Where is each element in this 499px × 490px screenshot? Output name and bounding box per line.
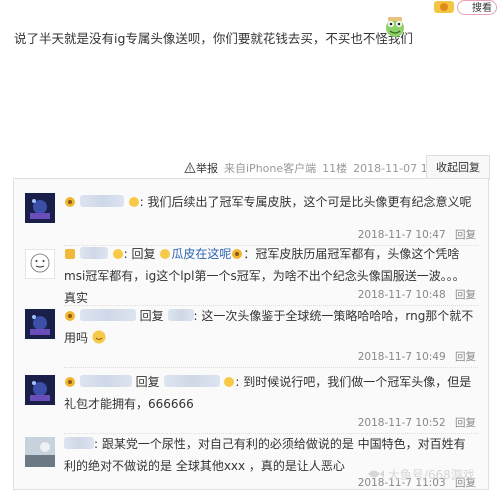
reply-button[interactable]: 回复: [455, 351, 476, 363]
reply-button[interactable]: 回复: [455, 417, 476, 429]
username-blurred[interactable]: [64, 437, 94, 449]
emoji-icon: [224, 377, 235, 387]
avatar[interactable]: [25, 193, 55, 223]
reply-list: : 我们后续出了冠军专属皮肤，这个可是比头像更有纪念意义呢 2018-11-7 …: [13, 178, 489, 490]
reply-prefix: 回复: [139, 309, 164, 323]
reply-time: 2018-11-7 10:48: [357, 289, 446, 301]
emoji-icon: [128, 197, 139, 207]
username-blurred[interactable]: [79, 375, 132, 387]
watermark-text: 大鱼号/668游戏: [387, 468, 475, 482]
reply-meta: 2018-11-7 10:49 回复: [358, 349, 476, 364]
reply-time: 2018-11-7 10:49: [357, 351, 446, 363]
reply-meta: 2018-11-7 10:47 回复: [358, 227, 476, 242]
quoted-username-blurred[interactable]: [167, 309, 194, 321]
collapse-replies-button[interactable]: 收起回复: [426, 155, 490, 180]
sunflower-icon: [65, 377, 75, 387]
reply-prefix: 回复: [131, 247, 156, 261]
source-label: 来自iPhone客户端: [224, 162, 317, 175]
search-badge[interactable]: 搜看: [457, 0, 497, 15]
reply-meta: 2018-11-7 10:52 回复: [358, 415, 476, 430]
avatar[interactable]: [25, 375, 55, 405]
quoted-username-blurred[interactable]: [163, 375, 220, 387]
quoted-username[interactable]: 瓜皮在这呢: [171, 247, 231, 261]
username-blurred[interactable]: [79, 309, 136, 321]
top-badges: 搜看: [419, 0, 499, 16]
search-badge-label: 搜看: [472, 3, 492, 14]
fish-logo-icon: [368, 470, 384, 478]
main-comment-text: 说了半天就是没有ig专属头像送呗，你们要就花钱去买，不买也不怪我们: [14, 31, 413, 46]
reply-button[interactable]: 回复: [455, 229, 476, 241]
grin-emoji-icon: [92, 330, 106, 344]
reply-time: 2018-11-7 10:52: [357, 417, 446, 429]
username-blurred[interactable]: [79, 247, 108, 259]
reply-prefix: 回复: [135, 375, 160, 389]
report-link[interactable]: 举报: [184, 160, 218, 176]
reply-time: 2018-11-7 10:47: [357, 229, 446, 241]
username-blurred[interactable]: [79, 195, 124, 207]
emoji-icon: [160, 249, 171, 259]
avatar[interactable]: [25, 249, 55, 279]
sunflower-icon: [65, 197, 75, 207]
avatar[interactable]: [25, 309, 55, 339]
sunflower-icon: [232, 249, 243, 259]
comment-meta: 举报 来自iPhone客户端 11楼 2018-11-07 10:46: [184, 160, 452, 176]
reply-text: 我们后续出了冠军专属皮肤，这个可是比头像更有纪念意义呢: [147, 195, 472, 209]
reply-meta: 2018-11-7 10:48 回复: [358, 287, 476, 302]
warning-icon: [184, 162, 196, 173]
frog-emoji-icon: [386, 17, 404, 37]
avatar[interactable]: [25, 437, 55, 467]
divider: [64, 367, 478, 368]
floor-label: 11楼: [322, 162, 348, 175]
medal-icon: [434, 1, 454, 13]
badge-icon: [65, 249, 75, 259]
reply-button[interactable]: 回复: [455, 289, 476, 301]
watermark: 大鱼号/668游戏: [366, 466, 475, 483]
sunflower-icon: [65, 311, 75, 321]
report-label: 举报: [196, 162, 218, 175]
emoji-icon: [112, 249, 123, 259]
